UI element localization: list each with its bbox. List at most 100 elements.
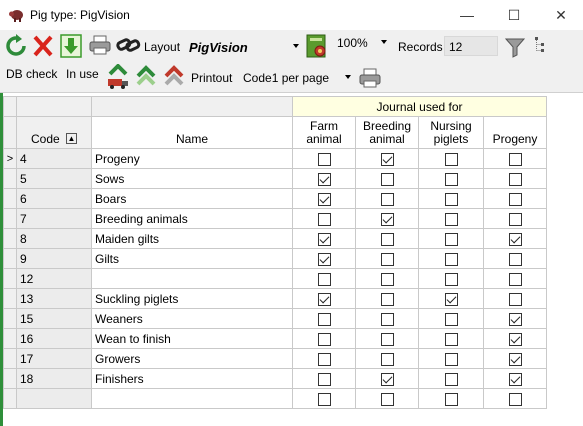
progeny-checkbox[interactable] (508, 252, 522, 266)
farm-checkbox[interactable] (317, 272, 331, 286)
column-header-breeding-animal[interactable]: Breeding animal (355, 116, 419, 149)
column-header-name[interactable]: Name (91, 116, 293, 149)
in-use-label[interactable]: In use (66, 67, 99, 81)
code-cell[interactable]: 15 (16, 308, 92, 329)
layout-select[interactable]: PigVision (184, 36, 304, 56)
table-row[interactable]: 15 Weaners (3, 308, 547, 329)
nursing-checkbox[interactable] (444, 152, 458, 166)
farm-checkbox[interactable] (317, 352, 331, 366)
name-cell[interactable] (91, 268, 293, 289)
red-arrows-icon[interactable] (162, 64, 186, 90)
progeny-checkbox[interactable] (508, 392, 522, 406)
code-cell[interactable]: 5 (16, 168, 92, 189)
import-download-icon[interactable] (60, 33, 82, 59)
name-cell[interactable]: Growers (91, 348, 293, 369)
print-preview-icon[interactable] (359, 68, 381, 88)
table-row[interactable]: 18 Finishers (3, 368, 547, 389)
code-cell[interactable] (16, 388, 92, 409)
code-cell[interactable]: 6 (16, 188, 92, 209)
sort-ascending-icon[interactable]: ▲ (66, 133, 78, 144)
recycle-truck-icon[interactable] (106, 64, 130, 90)
close-window-button[interactable]: ✕ (541, 2, 581, 28)
farm-checkbox[interactable] (317, 192, 331, 206)
column-header-progeny[interactable]: Progeny (483, 116, 547, 149)
farm-checkbox[interactable] (317, 392, 331, 406)
tree-view-icon[interactable] (533, 35, 553, 55)
progeny-checkbox[interactable] (508, 312, 522, 326)
row-selector[interactable] (3, 328, 17, 349)
nursing-checkbox[interactable] (444, 192, 458, 206)
breeding-checkbox[interactable] (380, 252, 394, 266)
table-row[interactable]: 13 Suckling piglets (3, 288, 547, 309)
name-cell[interactable]: Sows (91, 168, 293, 189)
name-cell[interactable]: Finishers (91, 368, 293, 389)
nursing-checkbox[interactable] (444, 332, 458, 346)
nursing-checkbox[interactable] (444, 352, 458, 366)
nursing-checkbox[interactable] (444, 212, 458, 226)
progeny-checkbox[interactable] (508, 292, 522, 306)
minimize-button[interactable]: — (447, 2, 487, 28)
row-selector[interactable] (3, 228, 17, 249)
nursing-checkbox[interactable] (444, 292, 458, 306)
farm-checkbox[interactable] (317, 332, 331, 346)
maximize-button[interactable]: ☐ (494, 2, 534, 28)
table-row[interactable] (3, 388, 547, 409)
row-selector[interactable] (3, 268, 17, 289)
code-cell[interactable]: 4 (16, 148, 92, 169)
row-selector[interactable] (3, 168, 17, 189)
nursing-checkbox[interactable] (444, 272, 458, 286)
breeding-checkbox[interactable] (380, 212, 394, 226)
zoom-select[interactable]: 100% (332, 32, 392, 52)
farm-checkbox[interactable] (317, 152, 331, 166)
farm-checkbox[interactable] (317, 312, 331, 326)
table-row[interactable]: 17 Growers (3, 348, 547, 369)
code-cell[interactable]: 16 (16, 328, 92, 349)
name-cell[interactable]: Breeding animals (91, 208, 293, 229)
code-cell[interactable]: 17 (16, 348, 92, 369)
name-cell[interactable] (91, 388, 293, 409)
row-selector[interactable] (3, 288, 17, 309)
row-selector[interactable] (3, 248, 17, 269)
row-selector[interactable] (3, 368, 17, 389)
name-cell[interactable]: Gilts (91, 248, 293, 269)
nursing-checkbox[interactable] (444, 312, 458, 326)
column-header-farm-animal[interactable]: Farm animal (292, 116, 356, 149)
progeny-checkbox[interactable] (508, 172, 522, 186)
db-check-label[interactable]: DB check (6, 67, 57, 81)
name-cell[interactable]: Wean to finish (91, 328, 293, 349)
breeding-checkbox[interactable] (380, 292, 394, 306)
code-cell[interactable]: 8 (16, 228, 92, 249)
nursing-checkbox[interactable] (444, 392, 458, 406)
breeding-checkbox[interactable] (380, 312, 394, 326)
nursing-checkbox[interactable] (444, 252, 458, 266)
name-cell[interactable]: Suckling piglets (91, 288, 293, 309)
breeding-checkbox[interactable] (380, 152, 394, 166)
column-header-code[interactable]: Code ▲ (16, 116, 92, 149)
print-icon[interactable] (89, 35, 111, 55)
table-row[interactable]: >4 Progeny (3, 148, 547, 169)
name-cell[interactable]: Progeny (91, 148, 293, 169)
nursing-checkbox[interactable] (444, 372, 458, 386)
row-selector[interactable] (3, 348, 17, 369)
table-row[interactable]: 8 Maiden gilts (3, 228, 547, 249)
layout-link-icon[interactable] (116, 35, 142, 55)
name-cell[interactable]: Weaners (91, 308, 293, 329)
code-cell[interactable]: 7 (16, 208, 92, 229)
name-cell[interactable]: Maiden gilts (91, 228, 293, 249)
table-row[interactable]: 6 Boars (3, 188, 547, 209)
progeny-checkbox[interactable] (508, 332, 522, 346)
nursing-checkbox[interactable] (444, 172, 458, 186)
green-arrows-icon[interactable] (134, 64, 158, 90)
table-row[interactable]: 9 Gilts (3, 248, 547, 269)
column-header-nursing-piglets[interactable]: Nursing piglets (418, 116, 484, 149)
progeny-checkbox[interactable] (508, 192, 522, 206)
row-selector[interactable] (3, 308, 17, 329)
code-cell[interactable]: 9 (16, 248, 92, 269)
progeny-checkbox[interactable] (508, 152, 522, 166)
refresh-icon[interactable] (4, 34, 28, 58)
progeny-checkbox[interactable] (508, 352, 522, 366)
farm-checkbox[interactable] (317, 252, 331, 266)
breeding-checkbox[interactable] (380, 232, 394, 246)
breeding-checkbox[interactable] (380, 352, 394, 366)
breeding-checkbox[interactable] (380, 332, 394, 346)
